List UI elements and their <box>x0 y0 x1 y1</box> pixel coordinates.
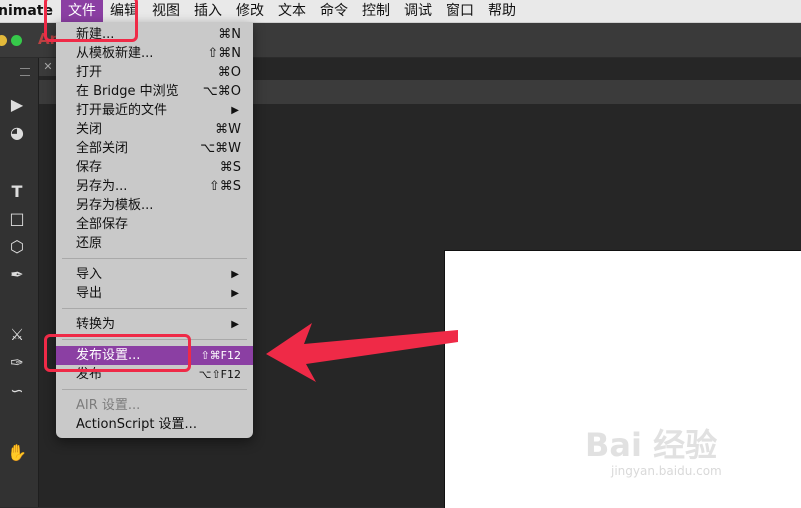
watermark-url: jingyan.baidu.com <box>611 464 722 478</box>
baidu-watermark: Bai 经验 jingyan.baidu.com <box>585 420 722 478</box>
watermark-logo: Bai 经验 <box>585 426 718 464</box>
